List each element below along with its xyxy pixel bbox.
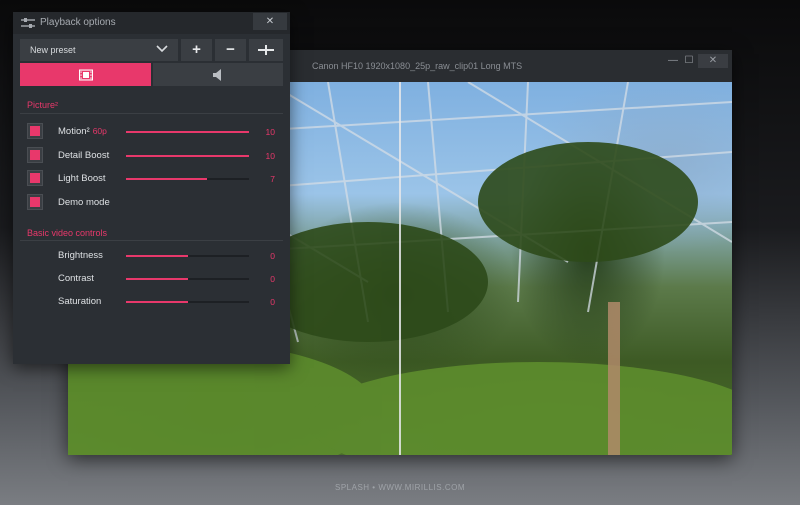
light-boost-value: 7 [270,174,275,184]
detail-boost-value: 10 [265,151,275,161]
motion-checkbox[interactable] [27,123,43,139]
brightness-value: 0 [270,251,275,261]
row-saturation: Saturation 0 [13,292,290,310]
row-motion: Motion² 60p 10 [13,122,290,140]
motion-value: 10 [265,127,275,137]
slider-fill [126,131,249,133]
film-icon [78,69,93,80]
comparison-split-line[interactable] [399,82,401,455]
contrast-label: Contrast [58,273,94,284]
brightness-label: Brightness [58,250,103,261]
panel-titlebar[interactable]: Playback options ✕ [13,12,290,34]
row-light-boost: Light Boost 7 [13,169,290,187]
row-brightness: Brightness 0 [13,246,290,264]
contrast-value: 0 [270,274,275,284]
row-demo-mode: Demo mode [13,193,290,211]
slider-fill [126,301,188,303]
demo-mode-checkbox[interactable] [27,194,43,210]
sliders-icon [21,18,35,28]
footer-credit: SPLASH • WWW.MIRILLIS.COM [335,483,465,492]
chevron-down-icon [156,45,168,53]
panel-tabs [20,63,283,86]
tab-video[interactable] [20,63,151,86]
light-boost-label: Light Boost [58,173,106,184]
split-view-icon [258,45,274,55]
detail-boost-label: Detail Boost [58,150,110,161]
detail-boost-slider[interactable] [126,155,249,157]
brightness-slider[interactable] [126,255,249,257]
contrast-slider[interactable] [126,278,249,280]
video-title: Canon HF10 1920x1080_25p_raw_clip01 Long… [312,61,523,71]
saturation-label: Saturation [58,296,102,307]
motion-slider[interactable] [126,131,249,133]
add-preset-button[interactable]: + [181,39,212,61]
row-contrast: Contrast 0 [13,269,290,287]
light-boost-slider[interactable] [126,178,249,180]
row-label: Motion² 60p [58,126,107,137]
split-view-button[interactable] [249,39,283,61]
remove-preset-button[interactable]: − [215,39,246,61]
section-title-picture: Picture² [27,100,59,110]
saturation-slider[interactable] [126,301,249,303]
row-detail-boost: Detail Boost 10 [13,146,290,164]
divider [20,113,283,114]
slider-fill [126,278,188,280]
slider-fill [126,255,188,257]
motion-framerate: 60p [92,126,107,136]
saturation-value: 0 [270,297,275,307]
detail-boost-checkbox[interactable] [27,147,43,163]
section-title-basic-video-controls: Basic video controls [27,228,108,238]
demo-mode-label: Demo mode [58,197,110,208]
video-close-button[interactable]: ✕ [698,54,728,68]
divider [20,240,283,241]
slider-fill [126,178,208,180]
slider-fill [126,155,249,157]
preset-selected-value: New preset [30,45,76,55]
playback-options-panel: Playback options ✕ New preset + − Pictur… [13,12,290,364]
maximize-button[interactable]: ☐ [682,54,696,68]
speaker-icon [213,68,221,81]
preset-dropdown[interactable]: New preset [20,39,178,61]
panel-close-button[interactable]: ✕ [253,13,287,30]
light-boost-checkbox[interactable] [27,170,43,186]
panel-title: Playback options [40,17,116,28]
tab-audio[interactable] [153,63,283,86]
minimize-button[interactable]: — [666,54,680,68]
motion-label: Motion² [58,126,90,137]
